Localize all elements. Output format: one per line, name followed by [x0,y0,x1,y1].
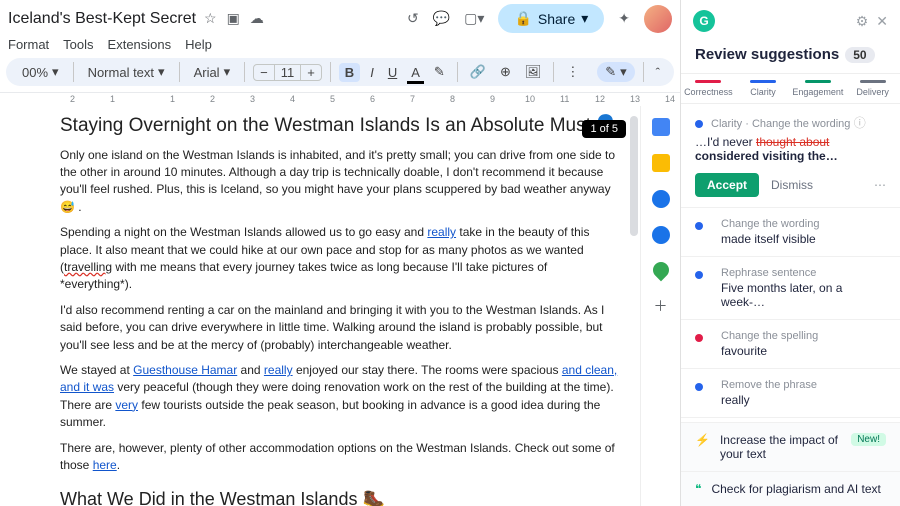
premium-upsell[interactable]: ⚡ Increase the impact of your text New! [681,422,900,471]
plus-icon[interactable]: + [301,65,321,80]
comments-icon[interactable]: 💬 [433,10,450,27]
grammarly-panel: G ⚙ ✕ Review suggestions 50 Correctness … [680,0,900,506]
paragraph[interactable]: Only one island on the Westman Islands i… [60,147,620,217]
font-dropdown[interactable]: Arial▾ [188,62,237,82]
bolt-icon: ⚡ [695,433,710,447]
ruler: 21 123 456 789 101112 131415 1617 [0,92,680,106]
plagiarism-check[interactable]: ❝ Check for plagiarism and AI text [681,471,900,506]
heading[interactable]: What We Did in the Westman Islands 🥾 [60,488,620,506]
grammarly-logo-icon: G [693,10,715,32]
new-badge: New! [851,433,886,446]
tab-correctness[interactable]: Correctness [681,74,736,103]
plagiarism-text: Check for plagiarism and AI text [711,482,880,496]
toolbar: 00%▾ Normal text▾ Arial▾ − 11 + B I U A … [6,58,674,86]
zoom-dropdown[interactable]: 00%▾ [16,62,65,82]
avatar[interactable] [644,5,672,33]
heading[interactable]: Staying Overnight on the Westman Islands… [60,114,620,139]
clarity-dot-icon [695,222,703,230]
clarity-dot-icon [695,271,703,279]
style-dropdown[interactable]: Normal text▾ [82,62,171,82]
contacts-icon[interactable] [652,226,670,244]
menu-format[interactable]: Format [8,37,49,52]
image-button[interactable]: 🖼 [521,62,546,82]
suggestion-item[interactable]: Remove the phrasereally [681,369,900,418]
upsell-text: Increase the impact of your text [720,433,841,461]
dismiss-button[interactable]: Dismiss [771,178,813,192]
calendar-icon[interactable] [652,118,670,136]
keep-icon[interactable] [652,154,670,172]
tab-delivery[interactable]: Delivery [845,74,900,103]
accept-button[interactable]: Accept [695,173,759,197]
find-counter: 1 of 5 [582,120,626,138]
font-size-value[interactable]: 11 [274,65,302,80]
quote-icon: ❝ [695,482,701,496]
scrollbar-thumb[interactable] [630,116,638,236]
minus-icon[interactable]: − [254,65,274,80]
hyperlink: here [93,458,117,472]
paragraph[interactable]: We stayed at Guesthouse Hamar and really… [60,362,620,432]
clarity-dot-icon [695,383,703,391]
history-icon[interactable]: ↺ [407,10,419,27]
meet-icon[interactable]: ▢▾ [464,10,484,27]
underline-button[interactable]: U [384,63,401,82]
suggestion-item[interactable]: Rephrase sentenceFive months later, on a… [681,257,900,320]
suggestion-underline: really [427,225,456,239]
menu-help[interactable]: Help [185,37,212,52]
suggestion-card-main[interactable]: Clarity · Change the wording ⓘ …I'd neve… [681,104,900,208]
suggestion-item[interactable]: Change the wordingmade itself visible [681,208,900,257]
maps-icon[interactable] [649,259,672,282]
lock-icon: 🔒 [514,10,531,27]
paragraph[interactable]: Spending a night on the Westman Islands … [60,224,620,294]
hyperlink: Guesthouse Hamar [133,363,237,377]
tab-engagement[interactable]: Engagement [790,74,845,103]
suggestion-count: 50 [845,47,874,63]
share-button[interactable]: 🔒 Share ▾ [498,4,604,33]
document-canvas[interactable]: 1 of 5 Staying Overnight on the Westman … [0,106,640,506]
gemini-icon[interactable]: ✦ [618,10,630,27]
highlight-button[interactable]: ✎ [430,62,449,82]
category-tabs: Correctness Clarity Engagement Delivery [681,73,900,104]
menu-tools[interactable]: Tools [63,37,93,52]
spelling-error: travelling [64,260,112,274]
menubar: Format Tools Extensions Help [0,35,680,58]
comment-button[interactable]: ⊕ [496,62,515,82]
editing-mode[interactable]: ✎▾ [597,62,634,82]
paragraph[interactable]: There are, however, plenty of other acco… [60,440,620,475]
doc-title[interactable]: Iceland's Best-Kept Secret [8,10,196,28]
more-icon[interactable]: ⋯ [874,178,886,192]
more-toolbar[interactable]: ⋮ [562,62,583,82]
suggestion-underline: very [115,398,138,412]
move-icon[interactable]: ▣ [227,10,240,27]
cloud-icon[interactable]: ☁ [250,10,264,27]
side-rail: ＋ [640,106,680,506]
add-icon[interactable]: ＋ [651,296,671,316]
settings-icon[interactable]: ⚙ [856,13,869,30]
font-size-stepper[interactable]: − 11 + [253,64,322,81]
share-label: Share [538,11,575,27]
star-icon[interactable]: ☆ [204,10,217,27]
text-color-button[interactable]: A [407,63,424,82]
link-button[interactable]: 🔗 [466,62,490,82]
bold-button[interactable]: B [339,63,360,82]
paragraph[interactable]: I'd also recommend renting a car on the … [60,302,620,354]
clarity-dot-icon [695,120,703,128]
panel-title: Review suggestions [695,46,839,63]
suggestion-item[interactable]: Change the spellingfavourite [681,320,900,369]
suggestion-text: …I'd never thought about considered visi… [695,135,886,163]
correctness-dot-icon [695,334,703,342]
suggestion-underline: really [264,363,293,377]
pencil-icon: ✎ [605,64,616,80]
tab-clarity[interactable]: Clarity [736,74,791,103]
menu-extensions[interactable]: Extensions [108,37,172,52]
close-icon[interactable]: ✕ [876,13,888,30]
collapse-toolbar[interactable]: ˆ [652,63,664,82]
info-icon[interactable]: ⓘ [854,116,866,130]
tasks-icon[interactable] [652,190,670,208]
italic-button[interactable]: I [366,63,378,82]
suggestion-category: Clarity · Change the wording [711,118,850,130]
chevron-down-icon: ▾ [581,10,588,27]
